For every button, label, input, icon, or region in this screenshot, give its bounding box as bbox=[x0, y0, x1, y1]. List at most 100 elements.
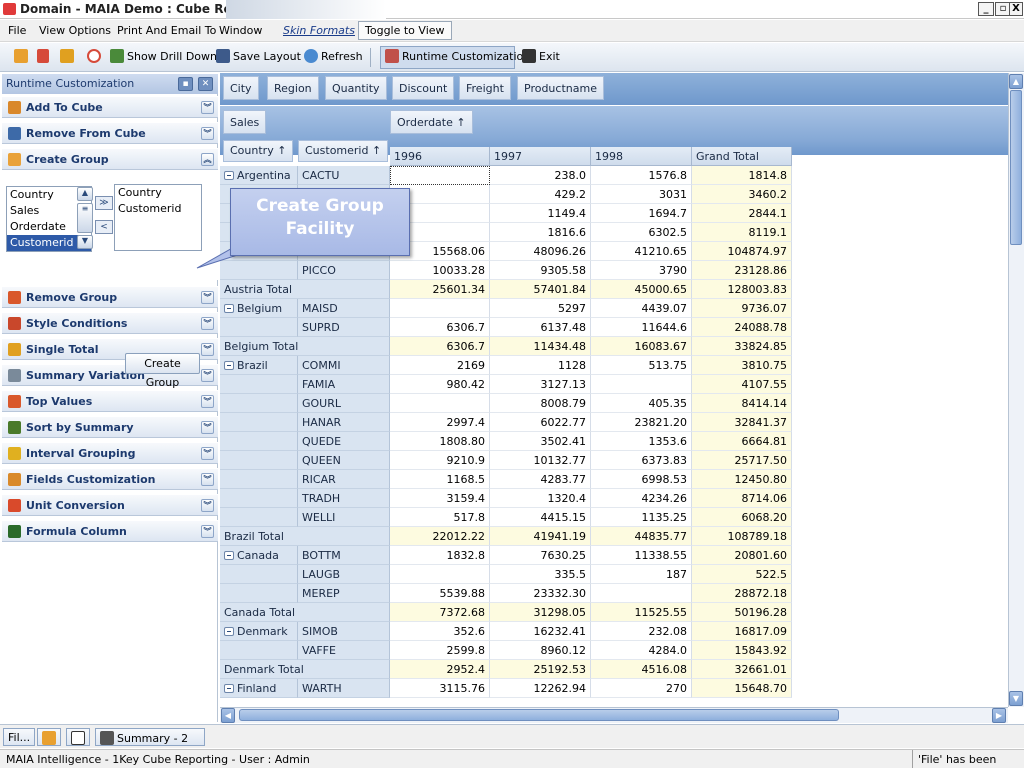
data-cell[interactable]: 48096.26 bbox=[490, 242, 591, 261]
data-cell[interactable]: 41941.19 bbox=[490, 527, 591, 546]
list-scroll-down[interactable]: ▼ bbox=[77, 235, 93, 249]
data-cell[interactable]: 1694.7 bbox=[591, 204, 692, 223]
data-cell[interactable] bbox=[591, 375, 692, 394]
data-cell[interactable]: 2599.8 bbox=[390, 641, 490, 660]
scroll-left-arrow[interactable]: ◀ bbox=[221, 708, 235, 723]
data-cell[interactable]: 1576.8 bbox=[591, 166, 692, 185]
data-cell[interactable]: 11338.55 bbox=[591, 546, 692, 565]
grand-total-cell[interactable]: 15648.70 bbox=[692, 679, 792, 698]
exit-button[interactable]: Exit bbox=[522, 49, 560, 63]
grand-total-cell[interactable]: 3460.2 bbox=[692, 185, 792, 204]
grand-total-cell[interactable]: 28872.18 bbox=[692, 584, 792, 603]
accordion-item[interactable]: Create Group ︽ bbox=[2, 148, 218, 170]
comment-icon[interactable] bbox=[87, 49, 104, 63]
column-field-orderdate[interactable]: Orderdate ↑ bbox=[390, 110, 473, 134]
data-cell[interactable]: 4283.77 bbox=[490, 470, 591, 489]
data-cell[interactable]: 1135.25 bbox=[591, 508, 692, 527]
data-field-sales[interactable]: Sales bbox=[223, 110, 267, 134]
data-cell[interactable] bbox=[390, 565, 490, 584]
toggle-view-button[interactable]: Toggle to View bbox=[358, 21, 452, 40]
grand-total-cell[interactable]: 4107.55 bbox=[692, 375, 792, 394]
accordion-item[interactable]: Add To Cube ︾ bbox=[2, 96, 218, 118]
data-cell[interactable]: 9305.58 bbox=[490, 261, 591, 280]
country-cell[interactable]: Belgium bbox=[220, 299, 298, 318]
save-layout-button[interactable]: Save Layout bbox=[216, 49, 301, 63]
data-cell[interactable]: 12262.94 bbox=[490, 679, 591, 698]
column-header[interactable]: 1996 bbox=[390, 147, 490, 166]
data-cell[interactable]: 4516.08 bbox=[591, 660, 692, 679]
accordion-item[interactable]: Unit Conversion ︾ bbox=[2, 494, 218, 516]
data-cell[interactable]: 16083.67 bbox=[591, 337, 692, 356]
chevron-down-icon[interactable]: ︾ bbox=[201, 421, 214, 434]
grand-total-cell[interactable]: 104874.97 bbox=[692, 242, 792, 261]
grand-total-cell[interactable]: 6664.81 bbox=[692, 432, 792, 451]
chevron-down-icon[interactable]: ︾ bbox=[201, 101, 214, 114]
horizontal-scroll-thumb[interactable] bbox=[239, 709, 839, 721]
column-header[interactable]: 1997 bbox=[490, 147, 591, 166]
data-cell[interactable]: 517.8 bbox=[390, 508, 490, 527]
close-button[interactable]: X bbox=[1009, 2, 1023, 16]
data-cell[interactable]: 2952.4 bbox=[390, 660, 490, 679]
data-cell[interactable]: 6373.83 bbox=[591, 451, 692, 470]
data-cell[interactable]: 4415.15 bbox=[490, 508, 591, 527]
grand-total-cell[interactable]: 9736.07 bbox=[692, 299, 792, 318]
data-cell[interactable] bbox=[390, 166, 490, 185]
filter-field-button[interactable]: Freight bbox=[459, 76, 511, 100]
grand-total-cell[interactable]: 128003.83 bbox=[692, 280, 792, 299]
scroll-up-arrow[interactable]: ▲ bbox=[1009, 74, 1023, 89]
panel-close-icon[interactable]: ✕ bbox=[198, 77, 213, 91]
grouped-field[interactable]: Customerid bbox=[115, 201, 201, 217]
filter-field-button[interactable]: Discount bbox=[392, 76, 455, 100]
filter-field-button[interactable]: City bbox=[223, 76, 259, 100]
data-cell[interactable]: 238.0 bbox=[490, 166, 591, 185]
data-cell[interactable]: 6022.77 bbox=[490, 413, 591, 432]
scroll-right-arrow[interactable]: ▶ bbox=[992, 708, 1006, 723]
collapse-icon[interactable] bbox=[224, 361, 234, 370]
grand-total-cell[interactable]: 32841.37 bbox=[692, 413, 792, 432]
grand-total-cell[interactable]: 3810.75 bbox=[692, 356, 792, 375]
accordion-item[interactable]: Top Values ︾ bbox=[2, 390, 218, 412]
accordion-item[interactable]: Interval Grouping ︾ bbox=[2, 442, 218, 464]
filter-field-button[interactable]: Region bbox=[267, 76, 319, 100]
data-cell[interactable]: 7372.68 bbox=[390, 603, 490, 622]
data-cell[interactable]: 1320.4 bbox=[490, 489, 591, 508]
move-left-icon[interactable]: < bbox=[95, 220, 113, 234]
fields-icon[interactable] bbox=[60, 49, 77, 63]
list-scrollbar-thumb[interactable]: ≡ bbox=[77, 203, 93, 233]
data-cell[interactable]: 187 bbox=[591, 565, 692, 584]
data-cell[interactable]: 7630.25 bbox=[490, 546, 591, 565]
data-cell[interactable]: 8008.79 bbox=[490, 394, 591, 413]
vertical-scroll-thumb[interactable] bbox=[1010, 90, 1022, 245]
data-cell[interactable]: 11434.48 bbox=[490, 337, 591, 356]
menu-window[interactable]: Window bbox=[219, 24, 262, 37]
data-cell[interactable]: 3031 bbox=[591, 185, 692, 204]
chevron-down-icon[interactable]: ︾ bbox=[201, 473, 214, 486]
data-cell[interactable] bbox=[591, 584, 692, 603]
data-cell[interactable]: 25601.34 bbox=[390, 280, 490, 299]
grand-total-cell[interactable]: 33824.85 bbox=[692, 337, 792, 356]
menu-file[interactable]: File bbox=[8, 24, 26, 37]
accordion-item[interactable]: Remove From Cube ︾ bbox=[2, 122, 218, 144]
chevron-down-icon[interactable]: ︾ bbox=[201, 525, 214, 538]
data-cell[interactable]: 4439.07 bbox=[591, 299, 692, 318]
grand-total-cell[interactable]: 16817.09 bbox=[692, 622, 792, 641]
data-cell[interactable]: 6306.7 bbox=[390, 318, 490, 337]
collapse-icon[interactable] bbox=[224, 684, 234, 693]
grouped-field[interactable]: Country bbox=[115, 185, 201, 201]
country-cell[interactable]: Finland bbox=[220, 679, 298, 698]
grand-total-cell[interactable]: 20801.60 bbox=[692, 546, 792, 565]
collapse-icon[interactable] bbox=[224, 304, 234, 313]
data-cell[interactable]: 25192.53 bbox=[490, 660, 591, 679]
accordion-item[interactable]: Style Conditions ︾ bbox=[2, 312, 218, 334]
show-drill-down-button[interactable]: Show Drill Down bbox=[110, 49, 217, 63]
data-cell[interactable]: 11525.55 bbox=[591, 603, 692, 622]
data-cell[interactable]: 9210.9 bbox=[390, 451, 490, 470]
data-cell[interactable]: 4234.26 bbox=[591, 489, 692, 508]
country-cell[interactable]: Canada bbox=[220, 546, 298, 565]
data-cell[interactable]: 22012.22 bbox=[390, 527, 490, 546]
data-cell[interactable]: 23332.30 bbox=[490, 584, 591, 603]
tab-check[interactable] bbox=[66, 728, 90, 746]
data-cell[interactable]: 5539.88 bbox=[390, 584, 490, 603]
grand-total-cell[interactable]: 24088.78 bbox=[692, 318, 792, 337]
collapse-icon[interactable] bbox=[224, 551, 234, 560]
